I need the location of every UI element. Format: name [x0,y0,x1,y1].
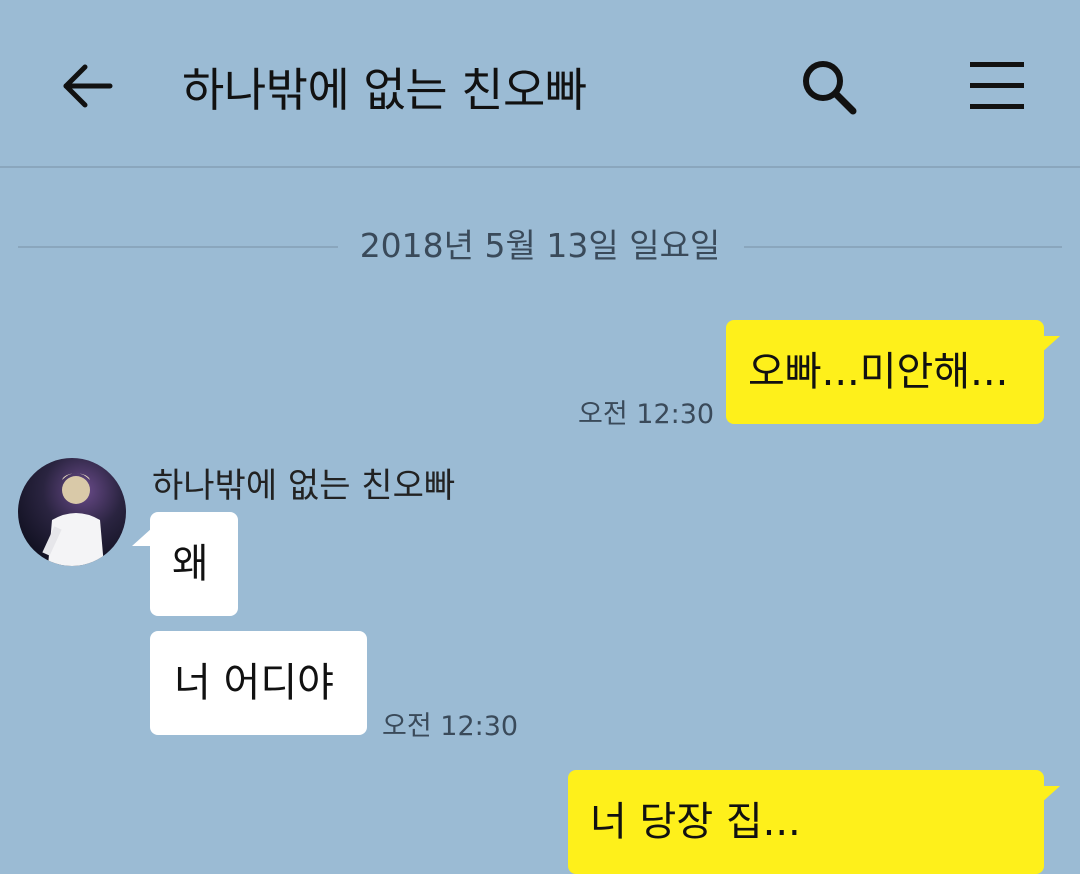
back-button[interactable] [58,56,118,116]
sender-name: 하나밖에 없는 친오빠 [152,466,456,506]
search-icon [803,61,857,115]
hamburger-menu-icon [970,62,1024,109]
message-text: 너 당장 집... [590,799,801,845]
menu-button[interactable] [966,56,1028,118]
my-message-bubble[interactable]: 너 당장 집... [568,770,1044,874]
chat-title: 하나밖에 없는 친오빠 [182,63,587,117]
message-text: 왜 [172,541,209,587]
profile-photo [42,473,104,566]
bubble-tail [1040,786,1060,804]
my-message-bubble[interactable]: 오빠...미안해... [726,320,1044,424]
message-text: 너 어디야 [174,660,334,706]
chat-header: 하나밖에 없는 친오빠 [0,0,1080,168]
search-button[interactable] [798,56,860,118]
bubble-tail [132,528,152,546]
other-message-bubble[interactable]: 너 어디야 [150,631,367,735]
date-separator: 2018년 5월 13일 일요일 [18,226,1062,266]
bubble-tail [1040,336,1060,354]
message-text: 오빠...미안해... [748,349,1009,395]
message-time: 오전 12:30 [382,711,519,742]
message-time: 오전 12:30 [578,399,715,430]
date-separator-text: 2018년 5월 13일 일요일 [337,226,743,265]
arrow-left-icon [63,64,113,108]
other-message-bubble[interactable]: 왜 [150,512,238,616]
avatar[interactable] [18,458,126,566]
